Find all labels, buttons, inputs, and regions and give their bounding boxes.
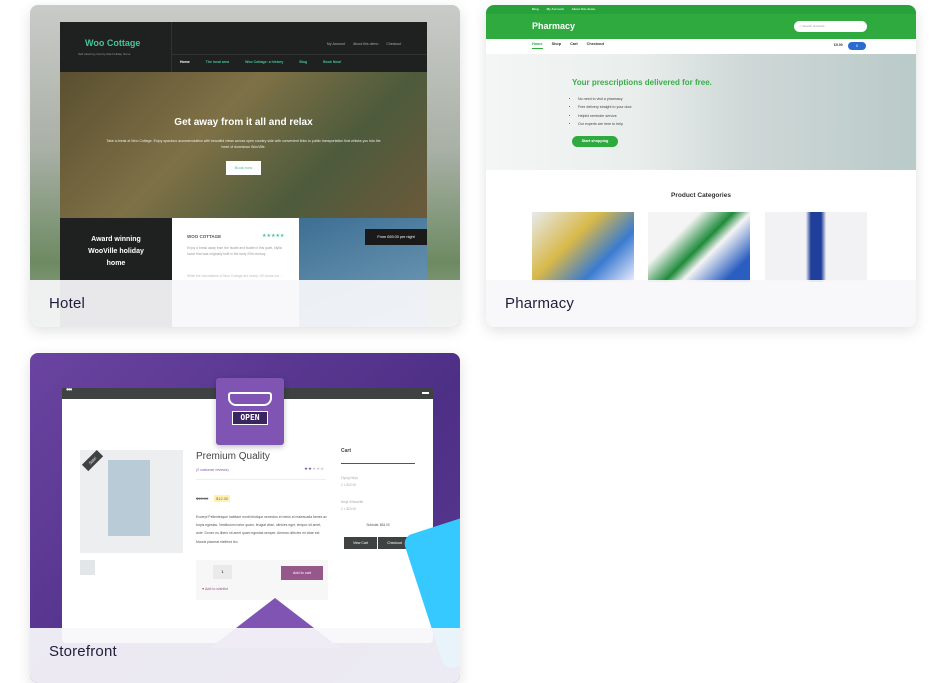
pharmacy-site-title: Pharmacy (532, 21, 576, 31)
pharmacy-bullet: Helpful reminder service (578, 112, 632, 120)
quantity-stepper[interactable]: 1 (213, 565, 232, 579)
product-image (108, 460, 150, 536)
product-title: Premium Quality (196, 451, 270, 462)
pharmacy-hero: Your prescriptions delivered for free. N… (486, 54, 916, 170)
theme-label[interactable]: Hotel (49, 295, 85, 312)
wishlist-link[interactable]: ♥ Add to wishlist (202, 587, 228, 591)
hotel-link[interactable]: Checkout (386, 42, 401, 46)
open-sign: OPEN (232, 411, 268, 425)
hotel-box-title: WOO COTTAGE (187, 234, 222, 239)
hotel-price-tag: From £69.00 per night (365, 229, 427, 245)
pharmacy-topbar: Blog My Account About this demo (486, 5, 916, 14)
hotel-nav-item[interactable]: Book Now! (323, 60, 341, 64)
theme-label[interactable]: Storefront (49, 643, 117, 660)
hotel-header: Woo Cottage Self catering country side h… (60, 22, 427, 72)
pharmacy-top-link[interactable]: My Account (547, 5, 564, 14)
pharmacy-section-title: Product Categories (671, 192, 731, 199)
hotel-nav-item[interactable]: Woo Cottage: a history (245, 60, 283, 64)
pharmacy-nav-item[interactable]: Cart (570, 42, 578, 49)
cart-widget-title: Cart (341, 448, 352, 454)
heart-icon: ♥ (202, 587, 205, 591)
hotel-tagline: Self catering country side holiday home (78, 52, 131, 56)
hotel-book-button[interactable]: Book now (226, 161, 261, 175)
cart-item-name: Flying Ninja (341, 476, 358, 480)
hotel-award-text: Award winning WooVille holiday home (88, 236, 144, 267)
pharmacy-nav-home[interactable]: Home (532, 42, 543, 49)
sale-price: $12.00 (214, 495, 231, 502)
cart-item-name: Ninja Silhouette (341, 500, 364, 504)
reviews-link[interactable]: (2 customer reviews) (196, 468, 228, 472)
theme-card-storefront[interactable]: Sale! Premium Quality (2 customer review… (30, 353, 460, 683)
view-cart-button[interactable]: View Cart (344, 537, 377, 549)
hotel-link[interactable]: About this demo (353, 42, 378, 46)
cart-subtotal: Subtotal: $64.00 (366, 523, 390, 527)
pharmacy-nav-item[interactable]: Checkout (587, 42, 604, 49)
rating-stars-icon: ★★★★★ (304, 466, 325, 471)
pharmacy-start-button[interactable]: Start shopping (572, 136, 618, 147)
category-image-optical[interactable] (765, 212, 867, 282)
pharmacy-bullet: Our experts are here to help (578, 120, 632, 128)
hotel-hero-title: Get away from it all and relax (174, 117, 313, 128)
pharmacy-search-input[interactable]: ⌕ Search products... (794, 21, 867, 32)
pharmacy-top-link[interactable]: Blog (532, 5, 539, 14)
hotel-nav-item[interactable]: The local area (206, 60, 229, 64)
search-icon: ⌕ (800, 24, 802, 28)
cart-item[interactable]: Flying Ninja 2 × $12.00 (341, 475, 358, 489)
pharmacy-cart-total[interactable]: £0.00 (834, 43, 843, 47)
theme-card-pharmacy[interactable]: Blog My Account About this demo Pharmacy… (486, 5, 916, 327)
cart-icon[interactable]: 0 (848, 42, 866, 50)
label-band (30, 280, 460, 327)
cart-item-qty: 2 × $20.00 (341, 507, 357, 511)
add-to-cart-button[interactable]: Add to cart (281, 566, 323, 580)
shop-open-icon: OPEN (216, 378, 284, 445)
hotel-nav-home[interactable]: Home (180, 60, 190, 64)
hotel-box-text: Enjoy a break away from the hustle and b… (187, 246, 283, 256)
pharmacy-bullet: No need to visit a pharmacy (578, 95, 632, 103)
window-dots-icon: ••• (66, 385, 72, 394)
hotel-hero: Get away from it all and relax Take a br… (60, 72, 427, 218)
hotel-hero-text: Take a break at Woo Cottage. Enjoy spaci… (106, 139, 381, 149)
pharmacy-hero-title: Your prescriptions delivered for free. (572, 78, 712, 87)
product-thumbnail[interactable] (80, 560, 95, 575)
hotel-link[interactable]: My Account (327, 42, 345, 46)
menu-icon (422, 392, 429, 394)
cart-item-qty: 2 × $12.00 (341, 483, 357, 487)
theme-label[interactable]: Pharmacy (505, 295, 574, 312)
cart-item[interactable]: Ninja Silhouette 2 × $20.00 (341, 499, 363, 513)
hotel-site-title: Woo Cottage (85, 38, 141, 48)
search-placeholder: Search products... (802, 24, 827, 28)
theme-card-hotel[interactable]: Woo Cottage Self catering country side h… (30, 5, 460, 327)
star-rating-icon: ★★★★★ (262, 233, 285, 239)
wishlist-label: Add to wishlist (204, 587, 228, 591)
old-price: $15.00 (196, 496, 209, 501)
pharmacy-header: Pharmacy ⌕ Search products... (486, 14, 916, 39)
pharmacy-top-link[interactable]: About this demo (572, 5, 596, 14)
hotel-nav-item[interactable]: Blog (299, 60, 307, 64)
hotel-box-text2: While the foundations of Woo Cottage are… (187, 274, 282, 278)
pharmacy-nav-item[interactable]: Shop (552, 42, 562, 49)
category-image-dental[interactable] (648, 212, 750, 282)
pharmacy-bullet: Free delivery straight to your door (578, 103, 632, 111)
product-description: Excerpt Pellentesque habitant morbi tris… (196, 515, 327, 544)
category-image-medicine[interactable] (532, 212, 634, 282)
